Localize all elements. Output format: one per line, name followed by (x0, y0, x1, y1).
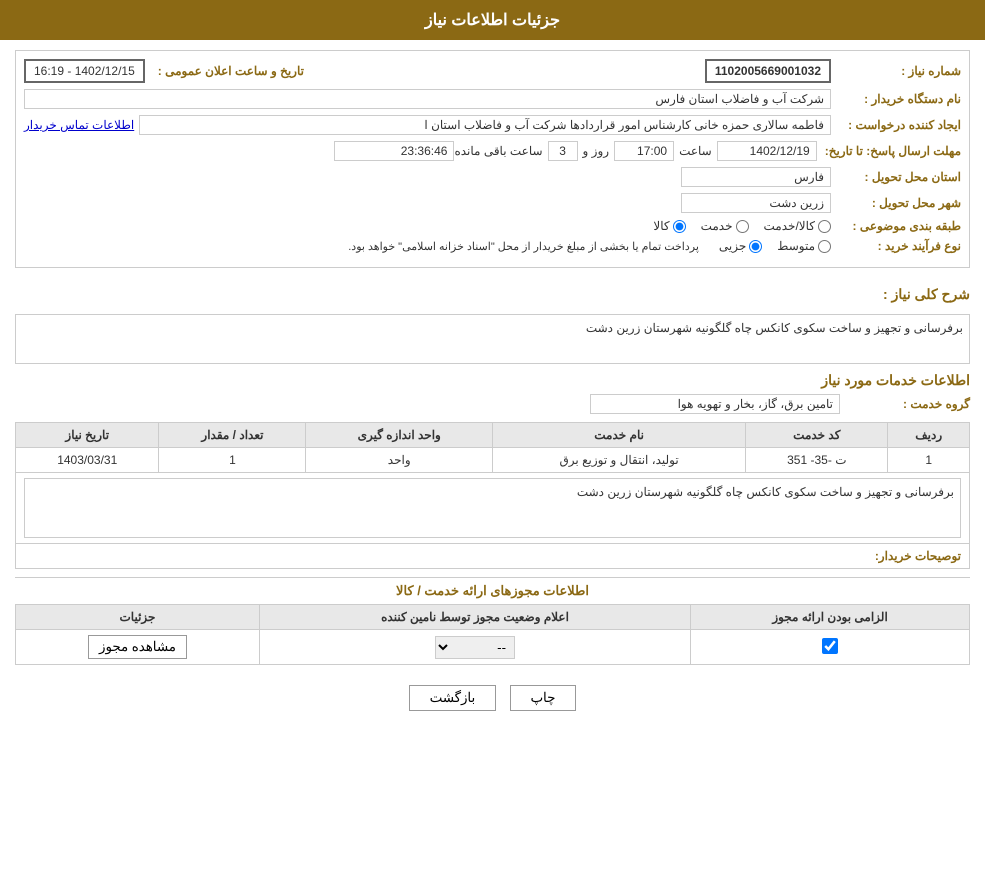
perm-col-status: اعلام وضعیت مجوز توسط نامین کننده (259, 605, 690, 630)
service-group-value: تامین برق، گاز، بخار و تهویه هوا (590, 394, 840, 414)
perm-col-details: جزئیات (16, 605, 260, 630)
category-goods-service-label: کالا/خدمت (764, 219, 815, 233)
print-button[interactable]: چاپ (510, 685, 577, 711)
table-row: 1 ت -35- 351 تولید، انتقال و توزیع برق و… (16, 448, 970, 473)
perm-row: -- مشاهده مجوز (16, 630, 970, 665)
cell-qty: 1 (159, 448, 306, 473)
col-unit: واحد اندازه گیری (306, 423, 492, 448)
perm-details-cell: مشاهده مجوز (16, 630, 260, 665)
category-goods-service-item: کالا/خدمت (764, 219, 831, 233)
perm-required-checkbox[interactable] (822, 638, 838, 654)
category-service-label: خدمت (701, 219, 733, 233)
need-number-label: شماره نیاز : (831, 64, 961, 78)
perm-required-cell (691, 630, 970, 665)
col-qty: تعداد / مقدار (159, 423, 306, 448)
services-table: ردیف کد خدمت نام خدمت واحد اندازه گیری ت… (15, 422, 970, 569)
purchase-partial-label: جزیی (719, 239, 746, 253)
days-label: روز و (583, 144, 610, 158)
purchase-type-label: نوع فرآیند خرید : (831, 239, 961, 253)
col-row: ردیف (888, 423, 970, 448)
col-code: کد خدمت (746, 423, 888, 448)
deadline-label: مهلت ارسال پاسخ: تا تاریخ: (817, 144, 961, 158)
cell-date: 1403/03/31 (16, 448, 159, 473)
need-number-value: 1102005669001032 (705, 59, 831, 83)
purchase-medium-label: متوسط (777, 239, 815, 253)
view-permit-button[interactable]: مشاهده مجوز (88, 635, 187, 659)
general-desc-value: برفرسانی و تجهیز و ساخت سکوی کانکس چاه گ… (15, 314, 970, 364)
row-province: استان محل تحویل : فارس (24, 167, 961, 187)
announce-date-label: تاریخ و ساعت اعلان عمومی : (150, 64, 304, 78)
category-goods-label: کالا (653, 219, 669, 233)
page-title: جزئیات اطلاعات نیاز (0, 0, 985, 40)
back-button[interactable]: بازگشت (409, 685, 497, 711)
province-label: استان محل تحویل : (831, 170, 961, 184)
category-goods-service-radio[interactable] (818, 220, 831, 233)
row-buyer-name: نام دستگاه خریدار : شرکت آب و فاضلاب است… (24, 89, 961, 109)
category-label: طبقه بندی موضوعی : (831, 219, 961, 233)
permissions-table: الزامی بودن ارائه مجوز اعلام وضعیت مجوز … (15, 604, 970, 665)
requester-contact-link[interactable]: اطلاعات تماس خریدار (24, 118, 134, 132)
row-requester: ایجاد کننده درخواست : فاطمه سالاری حمزه … (24, 115, 961, 135)
main-info-section: شماره نیاز : 1102005669001032 تاریخ و سا… (15, 50, 970, 268)
services-section-title: اطلاعات خدمات مورد نیاز (15, 372, 970, 389)
buyer-name-label: نام دستگاه خریدار : (831, 92, 961, 106)
col-name: نام خدمت (492, 423, 745, 448)
col-date: تاریخ نیاز (16, 423, 159, 448)
cell-name: تولید، انتقال و توزیع برق (492, 448, 745, 473)
general-desc-label: شرح کلی نیاز : (883, 286, 970, 303)
purchase-note: پرداخت تمام یا بخشی از مبلغ خریدار از مح… (348, 240, 699, 253)
purchase-medium-radio[interactable] (818, 240, 831, 253)
category-goods-item: کالا (653, 219, 685, 233)
requester-value: فاطمه سالاری حمزه خانی کارشناس امور قرار… (139, 115, 831, 135)
deadline-date: 1402/12/19 (717, 141, 817, 161)
announce-date-value: 1402/12/15 - 16:19 (24, 59, 145, 83)
cell-row: 1 (888, 448, 970, 473)
perm-col-required: الزامی بودن ارائه مجوز (691, 605, 970, 630)
row-city: شهر محل تحویل : زرین دشت (24, 193, 961, 213)
category-service-item: خدمت (701, 219, 749, 233)
remaining-time: 23:36:46 (334, 141, 454, 161)
general-desc-wrapper: برفرسانی و تجهیز و ساخت سکوی کانکس چاه گ… (15, 314, 970, 364)
time-label: ساعت (679, 144, 712, 158)
purchase-partial-radio[interactable] (749, 240, 762, 253)
row-purchase-type: نوع فرآیند خرید : متوسط جزیی پرداخت تمام… (24, 239, 961, 253)
deadline-time: 17:00 (614, 141, 674, 161)
row-category: طبقه بندی موضوعی : کالا/خدمت خدمت کالا (24, 219, 961, 233)
requester-label: ایجاد کننده درخواست : (831, 118, 961, 132)
purchase-medium-item: متوسط (777, 239, 831, 253)
row-service-group: گروه خدمت : تامین برق، گاز، بخار و تهویه… (15, 394, 970, 414)
city-value: زرین دشت (681, 193, 831, 213)
province-value: فارس (681, 167, 831, 187)
cell-code: ت -35- 351 (746, 448, 888, 473)
city-label: شهر محل تحویل : (831, 196, 961, 210)
perm-status-cell: -- (259, 630, 690, 665)
row-need-number: شماره نیاز : 1102005669001032 تاریخ و سا… (24, 59, 961, 83)
purchase-type-radio-group: متوسط جزیی (719, 239, 831, 253)
footer-buttons: چاپ بازگشت (15, 670, 970, 726)
purchase-partial-item: جزیی (719, 239, 762, 253)
remaining-label: ساعت باقی مانده (454, 144, 542, 158)
deadline-days: 3 (548, 141, 578, 161)
row-general-description: شرح کلی نیاز : (15, 278, 970, 308)
category-radio-group: کالا/خدمت خدمت کالا (653, 219, 831, 233)
cell-unit: واحد (306, 448, 492, 473)
buyer-desc-label: توصیحات خریدار: (875, 549, 961, 563)
perm-status-select[interactable]: -- (435, 636, 515, 659)
buyer-desc-label-row: توصیحات خریدار: (16, 544, 970, 569)
category-goods-radio[interactable] (673, 220, 686, 233)
category-service-radio[interactable] (736, 220, 749, 233)
buyer-desc-value: برفرسانی و تجهیز و ساخت سکوی کانکس چاه گ… (24, 478, 961, 538)
permissions-divider: اطلاعات مجوزهای ارائه خدمت / کالا (15, 577, 970, 599)
buyer-desc-row: برفرسانی و تجهیز و ساخت سکوی کانکس چاه گ… (16, 473, 970, 544)
service-group-label: گروه خدمت : (840, 397, 970, 411)
buyer-name-value: شرکت آب و فاضلاب استان فارس (24, 89, 831, 109)
row-deadline: مهلت ارسال پاسخ: تا تاریخ: 1402/12/19 سا… (24, 141, 961, 161)
